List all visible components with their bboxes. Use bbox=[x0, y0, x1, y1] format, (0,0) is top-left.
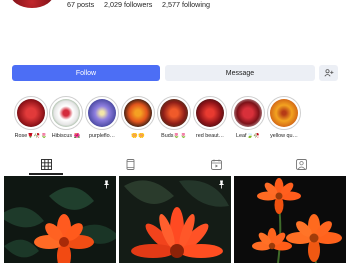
tab-posts[interactable] bbox=[11, 156, 81, 172]
active-tab-indicator bbox=[29, 173, 63, 175]
tab-igtv[interactable] bbox=[181, 156, 251, 172]
follow-button[interactable]: Follow bbox=[12, 65, 160, 81]
highlight-red-beauty[interactable]: red beaut… bbox=[191, 96, 229, 142]
followers-count[interactable]: 2,029 followers bbox=[104, 0, 152, 9]
posts-grid bbox=[4, 176, 346, 263]
story-highlights: Rose🌹🥀🌷 Hibiscus 🌺 purpleflo… 🌼🌼 Buds🌷🌷 … bbox=[0, 96, 350, 140]
tagged-icon bbox=[295, 158, 307, 170]
following-count[interactable]: 2,577 following bbox=[162, 0, 210, 9]
grid-icon bbox=[40, 158, 52, 170]
tab-tagged[interactable] bbox=[266, 156, 336, 172]
tab-reels[interactable] bbox=[95, 156, 165, 172]
post-image bbox=[119, 176, 231, 263]
reels-icon bbox=[126, 158, 134, 170]
profile-tabs bbox=[0, 152, 350, 176]
pinned-icon bbox=[103, 180, 110, 189]
post-thumbnail[interactable] bbox=[119, 176, 231, 263]
pinned-icon bbox=[218, 180, 225, 189]
post-image bbox=[234, 176, 346, 263]
highlight-yellow-queen[interactable]: yellow qu… bbox=[265, 96, 303, 142]
post-thumbnail[interactable] bbox=[4, 176, 116, 263]
message-button[interactable]: Message bbox=[165, 65, 315, 81]
igtv-icon bbox=[210, 159, 222, 170]
posts-count: 67 posts bbox=[67, 0, 95, 9]
add-user-button[interactable] bbox=[319, 65, 338, 81]
profile-actions: Follow Message bbox=[12, 65, 338, 81]
avatar[interactable] bbox=[10, 0, 54, 8]
profile-stats: 67 posts 2,029 followers 2,577 following bbox=[0, 0, 350, 14]
post-thumbnail[interactable] bbox=[234, 176, 346, 263]
add-user-icon bbox=[323, 69, 333, 77]
highlight-label: yellow qu… bbox=[270, 133, 298, 139]
post-image bbox=[4, 176, 116, 263]
